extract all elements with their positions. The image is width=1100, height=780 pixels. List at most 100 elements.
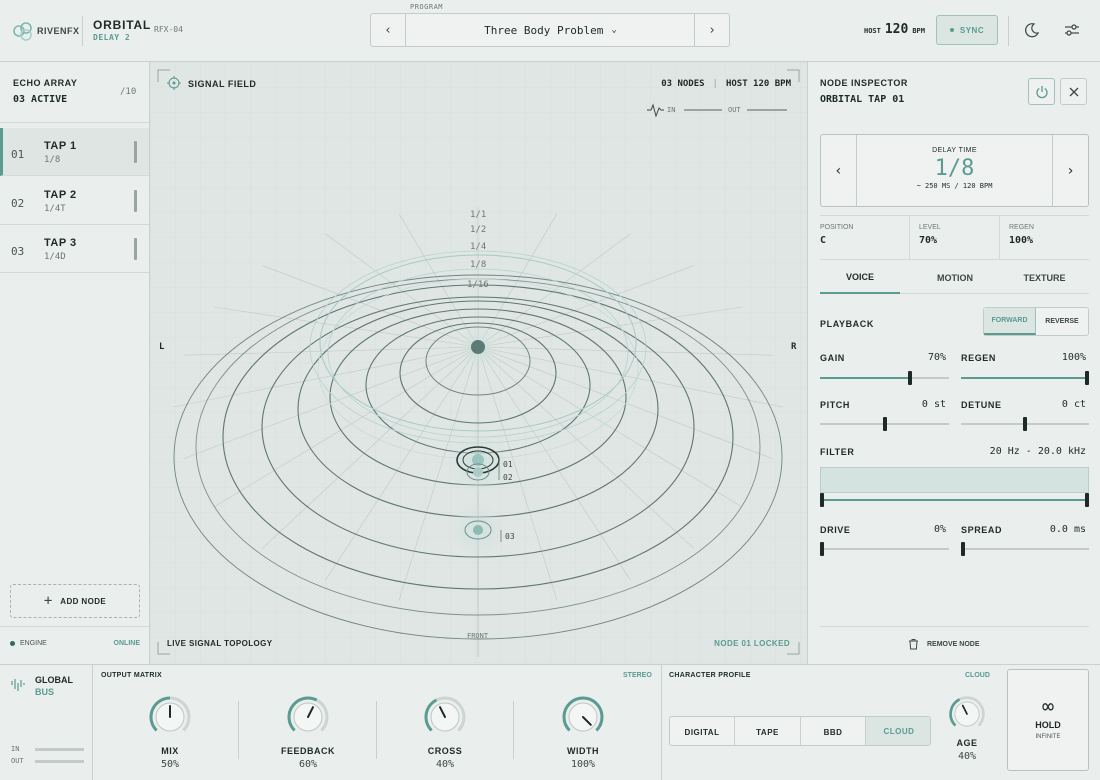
node-label: 03 [505, 532, 515, 541]
regen-slider[interactable] [961, 371, 1089, 385]
knob-label: AGE [956, 738, 978, 748]
theme-toggle-button[interactable] [1022, 20, 1042, 40]
detune-label: DETUNE [961, 400, 1002, 410]
close-inspector-button[interactable] [1060, 78, 1087, 105]
character-option-bbd[interactable]: BBD [801, 717, 866, 745]
stat-regen: REGEN 100% [1009, 224, 1089, 246]
delay-prev-button[interactable]: ‹ [821, 135, 857, 206]
tap-item-2[interactable]: 02 TAP 2 1/4T [0, 177, 149, 225]
filter-high-handle[interactable] [1085, 493, 1089, 507]
tap-number: 01 [11, 148, 25, 161]
node-label: 01 [503, 460, 513, 469]
playback-reverse-button[interactable]: REVERSE [1036, 308, 1088, 335]
bus-out-label: OUT [11, 757, 24, 765]
pitch-value: 0 st [921, 399, 946, 410]
echo-array-capacity: /10 [120, 87, 137, 97]
character-option-digital[interactable]: DIGITAL [670, 717, 735, 745]
inspector-node-name: ORBITAL TAP 01 [820, 94, 905, 105]
host-tempo: HOST 120 BPM [725, 79, 791, 89]
spread-slider[interactable] [961, 542, 1089, 556]
filter-response-display [820, 467, 1089, 493]
tab-texture[interactable]: TEXTURE [1000, 262, 1089, 294]
bottom-bar: GLOBAL BUS IN OUT OUTPUT MATRIX STEREO M… [0, 664, 1100, 780]
regen-label: REGEN [961, 353, 997, 363]
program-name: Three Body Problem [484, 23, 604, 37]
width-knob[interactable] [561, 695, 605, 739]
feedback-knob[interactable] [286, 695, 330, 739]
bpm-unit: BPM [912, 27, 925, 35]
detune-slider[interactable] [961, 417, 1089, 431]
drive-slider[interactable] [820, 542, 949, 556]
hold-button[interactable]: ∞ HOLD INFINITE [1007, 669, 1089, 771]
remove-node-button[interactable]: REMOVE NODE [908, 638, 980, 650]
settings-button[interactable] [1062, 20, 1082, 40]
node-inspector-panel: NODE INSPECTOR ORBITAL TAP 01 ‹ DELAY TI… [807, 62, 1100, 664]
ring-label: 1/4 [470, 242, 487, 252]
add-node-label: ADD NODE [60, 596, 107, 606]
output-matrix-title: OUTPUT MATRIX [101, 672, 162, 679]
knob-value: 50% [160, 759, 180, 770]
filter-value: 20 Hz - 20.0 kHz [989, 446, 1086, 457]
engine-indicator-icon [10, 641, 15, 646]
tap-item-1[interactable]: 01 TAP 1 1/8 [0, 128, 149, 176]
bus-in-label: IN [11, 745, 20, 753]
playback-toggle: FORWARD REVERSE [983, 307, 1089, 336]
program-next-button[interactable]: › [694, 14, 729, 46]
infinity-icon: ∞ [1041, 694, 1055, 718]
signal-field-stats: 03 NODES | HOST 120 BPM [661, 79, 791, 89]
tap-number: 03 [11, 245, 25, 258]
mix-knob[interactable] [148, 695, 192, 739]
chevron-right-icon: › [1066, 162, 1075, 179]
signal-field-canvas[interactable] [150, 62, 807, 664]
character-option-cloud[interactable]: CLOUD [866, 717, 930, 745]
echo-array-title: ECHO ARRAY [13, 78, 78, 88]
character-option-tape[interactable]: TAPE [735, 717, 801, 745]
knob-label: FEEDBACK [280, 746, 335, 756]
hold-label: HOLD [1035, 720, 1061, 730]
feedback-knob-group: FEEDBACK 60% [278, 695, 338, 770]
tap-item-3[interactable]: 03 TAP 3 1/4D [0, 225, 149, 273]
power-icon [1035, 85, 1048, 98]
gain-slider[interactable] [820, 371, 949, 385]
node-count: 03 NODES [661, 79, 705, 89]
signal-field-panel: 1/1 1/2 1/4 1/8 1/16 01 02 03 SIGNAL FIE… [150, 62, 807, 664]
delay-next-button[interactable]: › [1052, 135, 1088, 206]
bus-out-meter [35, 760, 84, 763]
pitch-label: PITCH [820, 400, 850, 410]
playback-forward-button[interactable]: FORWARD [984, 308, 1036, 335]
knob-value: 40% [957, 751, 977, 762]
host-label: HOST [864, 27, 881, 35]
sync-label: SYNC [959, 25, 985, 35]
host-bpm: 120 [884, 22, 909, 37]
stat-level: LEVEL 70% [919, 224, 1008, 246]
meter-in-label: IN [667, 106, 676, 114]
delay-time-label: DELAY TIME [932, 147, 977, 154]
tap-division: 1/8 [44, 155, 61, 165]
tap-level-meter [134, 190, 137, 212]
age-knob[interactable] [948, 695, 986, 733]
pitch-slider[interactable] [820, 417, 949, 431]
product-subtitle: DELAY 2 [93, 33, 131, 42]
program-prev-button[interactable]: ‹ [371, 14, 406, 46]
inspector-tabs: VOICE MOTION TEXTURE [820, 262, 1089, 294]
width-knob-group: WIDTH 100% [553, 695, 613, 770]
ring-label: 1/2 [470, 225, 487, 235]
hold-sublabel: INFINITE [1035, 734, 1061, 740]
node-stats: POSITION C LEVEL 70% REGEN 100% [820, 215, 1089, 260]
gain-label: GAIN [820, 353, 845, 363]
tap-division: 1/4D [44, 252, 66, 262]
sync-button[interactable]: SYNC [936, 15, 998, 45]
filter-range-slider[interactable] [820, 493, 1089, 507]
character-selected: CLOUD [965, 672, 990, 679]
age-knob-group: AGE 40% [937, 695, 997, 762]
signal-field-title: SIGNAL FIELD [188, 79, 257, 89]
cross-knob[interactable] [423, 695, 467, 739]
node-lock-status: NODE 01 LOCKED [714, 639, 790, 648]
tab-motion[interactable]: MOTION [910, 262, 1000, 294]
spread-label: SPREAD [961, 525, 1003, 535]
tab-voice[interactable]: VOICE [820, 262, 900, 294]
node-power-button[interactable] [1028, 78, 1055, 105]
add-node-button[interactable]: + ADD NODE [10, 584, 140, 618]
filter-low-handle[interactable] [820, 493, 824, 507]
program-dropdown[interactable]: Three Body Problem ⌄ [406, 14, 695, 46]
